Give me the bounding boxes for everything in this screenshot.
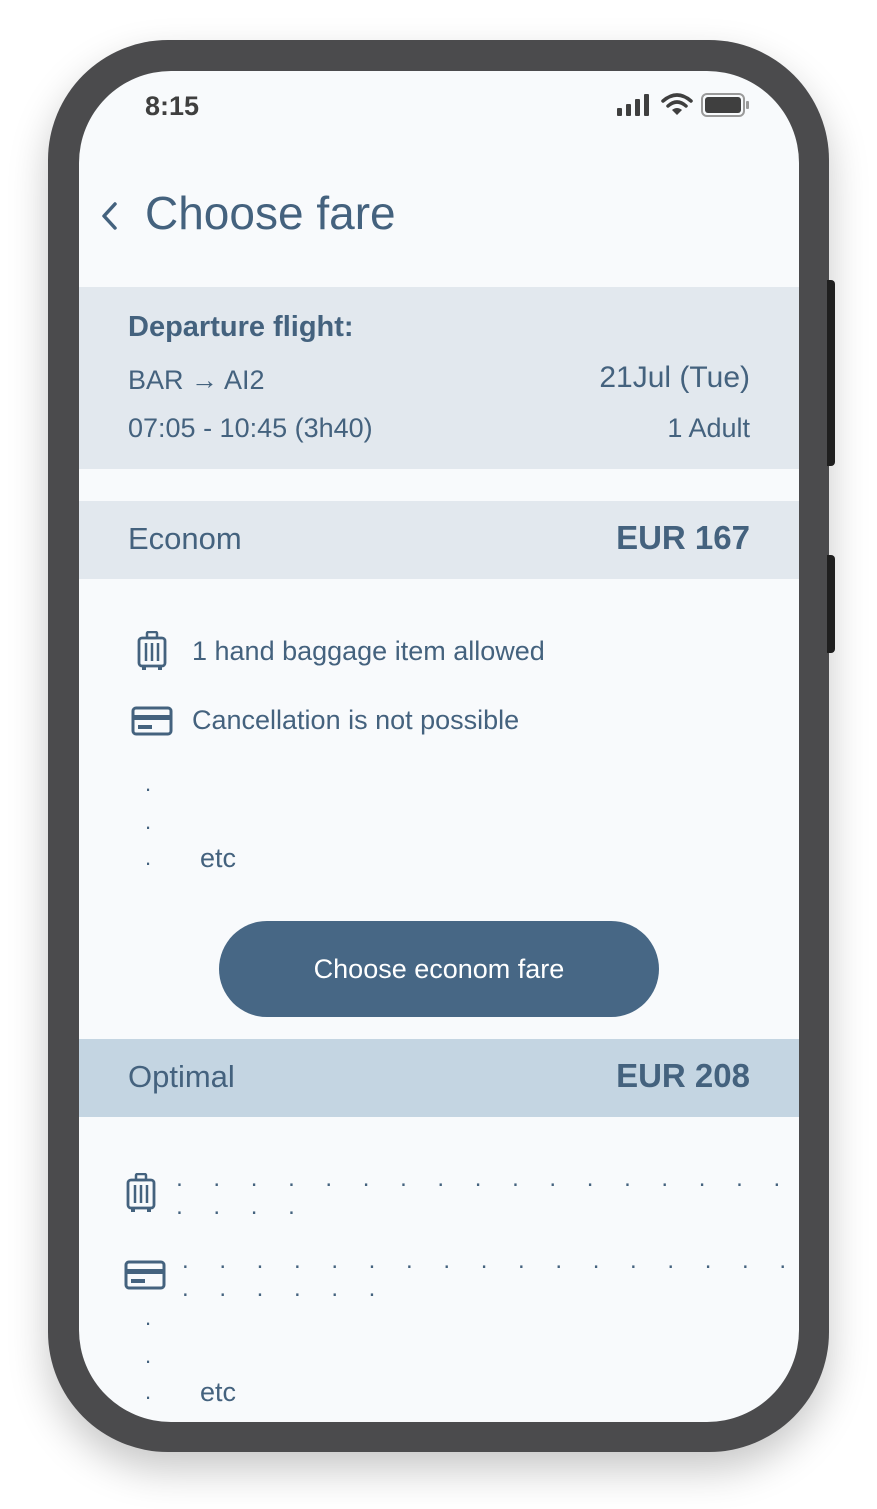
fare-header-econom[interactable]: Econom EUR 167: [79, 501, 799, 579]
fare-feature-text: . . . . . . . . . . . . . . . . . . . . …: [176, 1165, 793, 1220]
more-etc: etc: [200, 843, 237, 873]
wifi-icon: [661, 93, 693, 122]
phone-side-button: [827, 555, 835, 653]
choose-econom-fare-button[interactable]: Choose econom fare: [219, 921, 659, 1017]
more-dot: .: [145, 1343, 152, 1368]
fare-price: EUR 167: [616, 519, 750, 556]
fare-feature-cancellation: Cancellation is not possible: [128, 705, 519, 736]
app-screen: 8:15 Choose fare Departure flight: BAR →…: [79, 71, 799, 1422]
luggage-icon: [121, 1173, 160, 1213]
more-dot: .: [145, 845, 152, 870]
status-icons: [617, 93, 751, 122]
chevron-left-icon: [100, 201, 118, 236]
luggage-icon: [128, 631, 176, 671]
fare-feature-text: . . . . . . . . . . . . . . . . . . . . …: [182, 1247, 799, 1302]
fare-feature-baggage: . . . . . . . . . . . . . . . . . . . . …: [121, 1165, 799, 1221]
battery-icon: [701, 93, 751, 122]
flight-passengers: 1 Adult: [667, 413, 750, 443]
more-dot: .: [145, 809, 152, 834]
back-button[interactable]: [89, 193, 129, 243]
phone-side-button: [827, 280, 835, 466]
flight-summary: Departure flight: BAR → AI2 21Jul (Tue) …: [79, 287, 799, 469]
more-etc: etc: [200, 1377, 237, 1407]
credit-card-icon: [124, 1260, 166, 1290]
fare-price: EUR 208: [616, 1057, 750, 1094]
signal-icon: [617, 94, 653, 121]
fare-name: Econom: [128, 521, 242, 556]
page-title: Choose fare: [145, 187, 396, 239]
more-dot: .: [145, 1379, 152, 1404]
flight-route: BAR → AI2: [128, 365, 265, 395]
more-dot: .: [145, 771, 152, 796]
fare-feature-text: Cancellation is not possible: [192, 705, 520, 735]
fare-feature-baggage: 1 hand baggage item allowed: [128, 631, 545, 671]
status-time: 8:15: [145, 91, 200, 121]
fare-header-optimal[interactable]: Optimal EUR 208: [79, 1039, 799, 1117]
flight-date: 21Jul (Tue): [599, 361, 750, 394]
fare-feature-cancellation: . . . . . . . . . . . . . . . . . . . . …: [124, 1247, 799, 1303]
more-dot: .: [145, 1305, 152, 1330]
fare-feature-text: 1 hand baggage item allowed: [192, 635, 545, 666]
fare-name: Optimal: [128, 1059, 235, 1094]
flight-times: 07:05 - 10:45 (3h40): [128, 413, 373, 443]
credit-card-icon: [128, 706, 176, 736]
flight-heading: Departure flight:: [128, 311, 354, 343]
